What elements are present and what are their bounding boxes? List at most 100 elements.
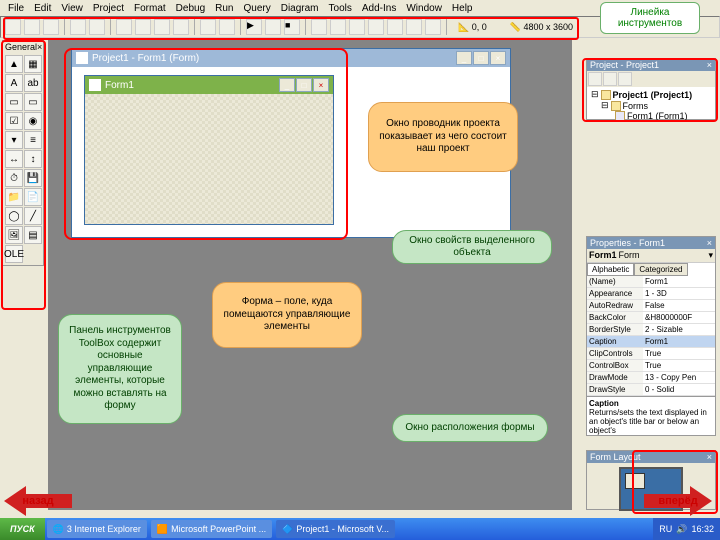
tab-alphabetic[interactable]: Alphabetic bbox=[587, 263, 634, 276]
properties-tabs[interactable]: Alphabetic Categorized bbox=[587, 263, 715, 276]
back-button[interactable]: назад bbox=[4, 484, 72, 518]
taskbar-item-powerpoint[interactable]: 🟧Microsoft PowerPoint ... bbox=[151, 520, 272, 538]
form1-design-surface[interactable] bbox=[85, 94, 333, 224]
prop-value[interactable]: 13 - Copy Pen bbox=[643, 372, 715, 384]
prop-key[interactable]: AutoRedraw bbox=[587, 300, 643, 312]
prop-key[interactable]: BorderStyle bbox=[587, 324, 643, 336]
menu-run[interactable]: Run bbox=[211, 3, 237, 14]
close-icon[interactable]: × bbox=[707, 60, 712, 70]
maximize-button[interactable]: □ bbox=[473, 51, 489, 65]
taskbar-item-ie[interactable]: 🌐3 Internet Explorer bbox=[47, 520, 147, 538]
properties-object-selector[interactable]: Form1 Form ▾ bbox=[587, 249, 715, 263]
taskbar-item-vb[interactable]: 🔷Project1 - Microsoft V... bbox=[276, 520, 395, 538]
menu-window[interactable]: Window bbox=[402, 3, 446, 14]
line-icon[interactable]: ╱ bbox=[24, 207, 42, 225]
prop-value[interactable]: False bbox=[643, 300, 715, 312]
minimize-button[interactable]: _ bbox=[456, 51, 472, 65]
prop-value[interactable]: True bbox=[643, 348, 715, 360]
forward-button[interactable]: вперёд bbox=[644, 484, 712, 518]
textbox-icon[interactable]: ab bbox=[24, 74, 42, 92]
close-button[interactable]: × bbox=[313, 78, 329, 92]
system-tray[interactable]: RU 🔊 16:32 bbox=[653, 518, 720, 540]
project-explorer[interactable]: Project - Project1× ⊟Project1 (Project1)… bbox=[586, 58, 716, 120]
shape-icon[interactable]: ◯ bbox=[5, 207, 23, 225]
prop-key[interactable]: DrawMode bbox=[587, 372, 643, 384]
menu-format[interactable]: Format bbox=[130, 3, 170, 14]
picturebox-icon[interactable]: ▦ bbox=[24, 55, 42, 73]
frame-icon[interactable]: ▭ bbox=[5, 93, 23, 111]
open-icon[interactable] bbox=[70, 19, 86, 35]
properties-window-icon[interactable] bbox=[330, 19, 346, 35]
project-tree[interactable]: ⊟Project1 (Project1) ⊟Forms Form1 (Form1… bbox=[587, 87, 715, 123]
new-project-icon[interactable] bbox=[5, 19, 21, 35]
prop-value[interactable]: 0 - Solid bbox=[643, 384, 715, 396]
maximize-button[interactable]: □ bbox=[296, 78, 312, 92]
close-icon[interactable]: × bbox=[37, 42, 42, 52]
project-explorer-icon[interactable] bbox=[311, 19, 327, 35]
menu-debug[interactable]: Debug bbox=[172, 3, 209, 14]
paste-icon[interactable] bbox=[154, 19, 170, 35]
prop-key[interactable]: Appearance bbox=[587, 288, 643, 300]
ole-icon[interactable]: OLE bbox=[5, 245, 23, 263]
minimize-button[interactable]: _ bbox=[279, 78, 295, 92]
vscroll-icon[interactable]: ↕ bbox=[24, 150, 42, 168]
copy-icon[interactable] bbox=[135, 19, 151, 35]
menu-addins[interactable]: Add-Ins bbox=[358, 3, 400, 14]
toggle-folders-icon[interactable] bbox=[618, 72, 632, 86]
image-icon[interactable]: 🖼 bbox=[5, 226, 23, 244]
menu-project[interactable]: Project bbox=[89, 3, 128, 14]
close-icon[interactable]: × bbox=[707, 238, 712, 248]
prop-key[interactable]: Caption bbox=[587, 336, 643, 348]
menu-help[interactable]: Help bbox=[448, 3, 477, 14]
close-button[interactable]: × bbox=[490, 51, 506, 65]
close-icon[interactable]: × bbox=[707, 452, 712, 462]
pointer-icon[interactable]: ▲ bbox=[5, 55, 23, 73]
break-icon[interactable] bbox=[265, 19, 281, 35]
prop-key[interactable]: ControlBox bbox=[587, 360, 643, 372]
prop-value[interactable]: 1 - 3D bbox=[643, 288, 715, 300]
menu-view[interactable]: View bbox=[57, 3, 87, 14]
prop-key[interactable]: ClipControls bbox=[587, 348, 643, 360]
form-layout-icon[interactable] bbox=[349, 19, 365, 35]
save-icon[interactable] bbox=[89, 19, 105, 35]
tree-project-root[interactable]: ⊟Project1 (Project1) bbox=[591, 89, 711, 100]
prop-value[interactable]: Form1 bbox=[643, 336, 715, 348]
object-browser-icon[interactable] bbox=[368, 19, 384, 35]
form1-window[interactable]: Form1 _ □ × bbox=[84, 75, 334, 225]
filelistbox-icon[interactable]: 📄 bbox=[24, 188, 42, 206]
dropdown-icon[interactable]: ▾ bbox=[708, 250, 713, 261]
lang-indicator[interactable]: RU bbox=[659, 524, 672, 534]
prop-value[interactable]: True bbox=[643, 360, 715, 372]
prop-key[interactable]: (Name) bbox=[587, 276, 643, 288]
prop-value[interactable]: 2 - Sizable bbox=[643, 324, 715, 336]
prop-key[interactable]: DrawStyle bbox=[587, 384, 643, 396]
component-icon[interactable] bbox=[425, 19, 441, 35]
tab-categorized[interactable]: Categorized bbox=[634, 263, 687, 276]
commandbutton-icon[interactable]: ▭ bbox=[24, 93, 42, 111]
data-icon[interactable]: ▤ bbox=[24, 226, 42, 244]
drivelistbox-icon[interactable]: 💾 bbox=[24, 169, 42, 187]
menu-file[interactable]: File bbox=[4, 3, 28, 14]
label-icon[interactable]: A bbox=[5, 74, 23, 92]
menu-diagram[interactable]: Diagram bbox=[277, 3, 323, 14]
tree-form1[interactable]: Form1 (Form1) bbox=[591, 111, 711, 121]
view-object-icon[interactable] bbox=[603, 72, 617, 86]
prop-value[interactable]: Form1 bbox=[643, 276, 715, 288]
timer-icon[interactable]: ⏱ bbox=[5, 169, 23, 187]
form1-titlebar[interactable]: Form1 _ □ × bbox=[85, 76, 333, 94]
cut-icon[interactable] bbox=[116, 19, 132, 35]
dirlistbox-icon[interactable]: 📁 bbox=[5, 188, 23, 206]
listbox-icon[interactable]: ≡ bbox=[24, 131, 42, 149]
combobox-icon[interactable]: ▾ bbox=[5, 131, 23, 149]
properties-panel[interactable]: Properties - Form1× Form1 Form ▾ Alphabe… bbox=[586, 236, 716, 436]
redo-icon[interactable] bbox=[219, 19, 235, 35]
form-designer-titlebar[interactable]: Project1 - Form1 (Form) _ □ × bbox=[72, 49, 510, 67]
undo-icon[interactable] bbox=[200, 19, 216, 35]
hscroll-icon[interactable]: ↔ bbox=[5, 150, 23, 168]
properties-grid[interactable]: (Name)Form1 Appearance1 - 3D AutoRedrawF… bbox=[587, 276, 715, 396]
prop-key[interactable]: BackColor bbox=[587, 312, 643, 324]
menu-query[interactable]: Query bbox=[239, 3, 274, 14]
project-explorer-title[interactable]: Project - Project1× bbox=[587, 59, 715, 71]
form-position-preview[interactable] bbox=[625, 473, 645, 489]
find-icon[interactable] bbox=[173, 19, 189, 35]
